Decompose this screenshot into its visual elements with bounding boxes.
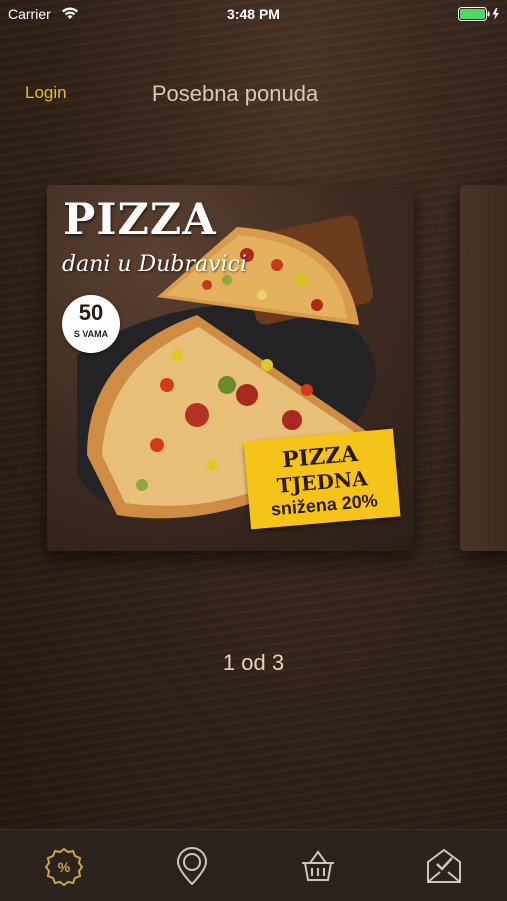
location-pin-icon (176, 847, 208, 886)
page-indicator: 1 od 3 (222, 650, 285, 675)
tab-locations[interactable] (172, 846, 212, 886)
basket-icon (302, 850, 334, 881)
anniversary-badge: 50 S VAMA (62, 295, 120, 353)
battery-charging-icon (458, 7, 499, 21)
status-bar: Carrier 3:48 PM (0, 0, 507, 30)
card-subheadline: dani u Dubravici (62, 252, 247, 277)
promo-sticker: PIZZA TJEDNA snižena 20% (243, 428, 401, 530)
tab-discount[interactable]: % (44, 846, 84, 886)
offer-card-pizza[interactable]: PIZZA dani u Dubravici 50 S VAMA PIZZA T… (47, 185, 414, 551)
card-headline: PIZZA (63, 195, 217, 245)
inbox-check-icon (427, 848, 461, 883)
badge-number: 50 (78, 300, 104, 325)
offer-carousel[interactable]: PIZZA dani u Dubravici 50 S VAMA PIZZA T… (0, 180, 507, 560)
svg-text:%: % (58, 859, 71, 875)
offer-card-next[interactable] (460, 185, 507, 551)
tab-bar: % (0, 829, 507, 901)
tab-basket[interactable] (298, 846, 338, 886)
tab-inbox[interactable] (424, 846, 464, 886)
page-title: Posebna ponuda (151, 81, 319, 106)
discount-icon: % (44, 847, 84, 886)
badge-text: S VAMA (73, 329, 109, 339)
status-time: 3:48 PM (227, 6, 280, 22)
